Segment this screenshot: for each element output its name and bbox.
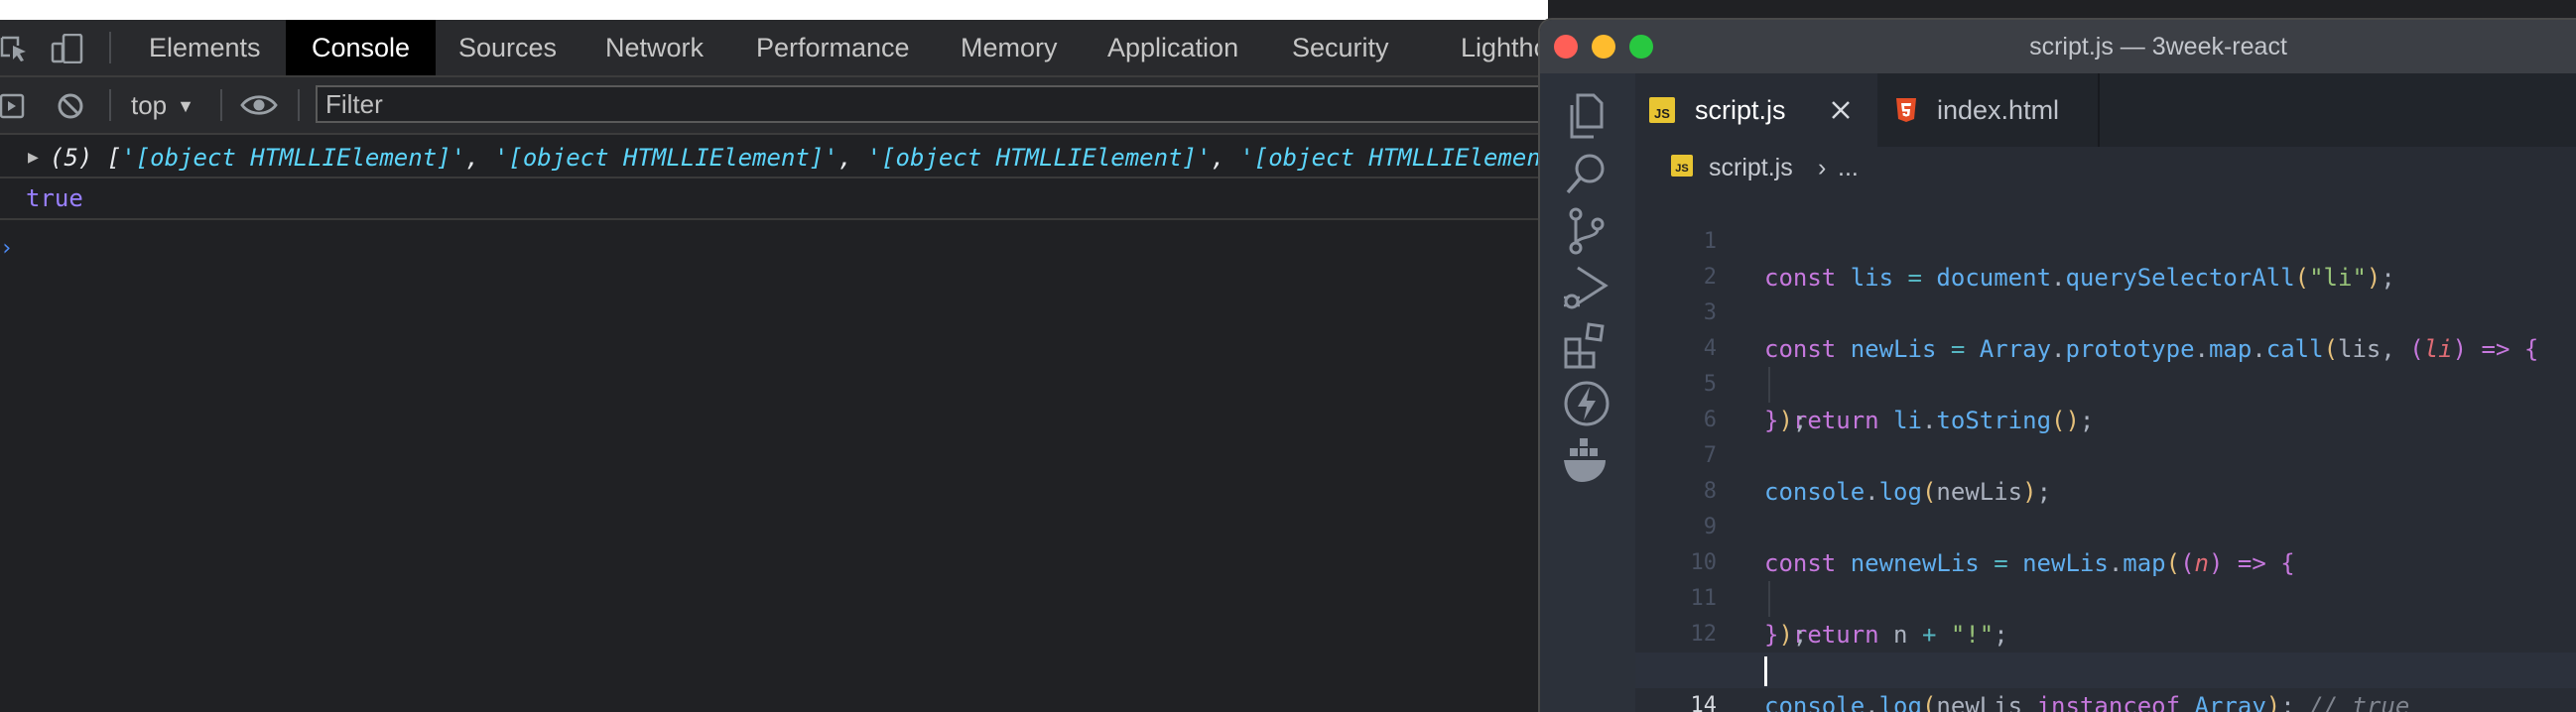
toolbar-divider — [109, 32, 111, 63]
array-count: (5) — [50, 144, 93, 172]
vscode-window: script.js — 3week-react JS script.js ind… — [1538, 18, 2576, 712]
code-line: 3 const newLis = Array.prototype.map.cal… — [1635, 260, 2576, 363]
line-number: 14 — [1690, 693, 1718, 712]
context-selector[interactable]: top ▼ — [131, 77, 194, 133]
tab-security[interactable]: Security — [1266, 20, 1415, 75]
source-control-icon[interactable] — [1558, 202, 1615, 260]
code-line: 7 console.log(newLis); — [1635, 403, 2576, 506]
code-line: 2 — [1635, 224, 2576, 290]
chevron-right-icon: › — [1818, 154, 1827, 181]
tab-application[interactable]: Application — [1082, 20, 1264, 75]
show-sidebar-icon[interactable] — [0, 93, 26, 119]
console-array-preview: (5) ['[object HTMLLIElement]', '[object … — [50, 141, 1548, 175]
js-file-icon: JS — [1649, 97, 1675, 123]
filter-box — [316, 85, 1556, 123]
code-line: 11 }); — [1635, 545, 2576, 649]
code-line: 1 const lis = document.querySelectorAll(… — [1635, 188, 2576, 292]
tab-label: script.js — [1695, 95, 1786, 125]
js-file-icon: JS — [1671, 155, 1693, 177]
tab-label: index.html — [1937, 95, 2060, 125]
console-result-row: true — [0, 178, 1548, 220]
browser-viewport-edge — [0, 0, 1548, 20]
tab-index-html[interactable]: index.html — [1877, 73, 2100, 147]
code-line: 13 console.log(newLis instanceof Array);… — [1635, 617, 2576, 712]
html5-file-icon — [1896, 98, 1916, 122]
devtools-tab-bar: Elements Console Sources Network Perform… — [0, 20, 1592, 77]
expand-triangle-icon[interactable]: ▶ — [28, 141, 39, 175]
breadcrumb: JS script.js › ... — [1635, 147, 2576, 188]
inspect-element-icon[interactable] — [0, 34, 28, 63]
extensions-icon[interactable] — [1558, 317, 1615, 375]
devtools-panel: Elements Console Sources Network Perform… — [0, 0, 1592, 710]
breadcrumb-file[interactable]: script.js — [1709, 147, 1793, 188]
array-item: '[object HTMLLIElement]' — [493, 144, 838, 172]
code-line: 5 }); — [1635, 331, 2576, 434]
code-line: 8 — [1635, 438, 2576, 504]
code-line: 12 — [1635, 581, 2576, 647]
close-tab-icon[interactable] — [1830, 99, 1852, 121]
editor-tab-bar: JS script.js index.html — [1635, 73, 2576, 147]
window-titlebar: script.js — 3week-react — [1540, 20, 2576, 73]
filter-input[interactable] — [325, 87, 1516, 121]
console-output: ▶ (5) ['[object HTMLLIElement]', '[objec… — [0, 135, 1548, 710]
code-line: 9 const newnewLis = newLis.map((n) => { — [1635, 474, 2576, 577]
array-item: '[object HTMLLIElement]' — [866, 144, 1212, 172]
live-expression-eye-icon[interactable] — [240, 93, 278, 117]
array-item: '[object HTMLLIElement]' — [1239, 144, 1548, 172]
context-label: top — [131, 90, 168, 120]
run-and-debug-icon[interactable] — [1558, 260, 1615, 317]
toolbar-divider — [298, 89, 300, 121]
toolbar-divider — [109, 89, 111, 121]
code-line: 10 return n + "!"; — [1635, 510, 2576, 649]
text-cursor — [1764, 656, 1767, 686]
device-toolbar-icon[interactable] — [50, 34, 85, 63]
breadcrumb-more[interactable]: ... — [1838, 147, 1859, 188]
tab-performance[interactable]: Performance — [730, 20, 936, 75]
console-result-value: true — [26, 184, 83, 212]
dropdown-caret-icon: ▼ — [177, 96, 194, 116]
lightning-extension-icon[interactable] — [1558, 375, 1615, 432]
current-line: 14 — [1635, 653, 2576, 712]
code-line: 6 — [1635, 367, 2576, 432]
docker-icon[interactable] — [1558, 432, 1615, 490]
tab-memory[interactable]: Memory — [935, 20, 1084, 75]
window-title: script.js — 3week-react — [2029, 33, 2287, 60]
code-line: 4 return li.toString(); — [1635, 296, 2576, 434]
code-editor[interactable]: 1 const lis = document.querySelectorAll(… — [1635, 188, 2576, 712]
explorer-files-icon[interactable] — [1558, 87, 1615, 145]
activity-bar — [1540, 73, 1635, 712]
tab-script-js[interactable]: JS script.js — [1635, 73, 1877, 147]
console-log-row[interactable]: ▶ (5) ['[object HTMLLIElement]', '[objec… — [0, 141, 1548, 178]
tab-sources[interactable]: Sources — [433, 20, 582, 75]
tab-network[interactable]: Network — [580, 20, 729, 75]
console-prompt-icon[interactable]: › — [0, 236, 13, 261]
console-toolbar: top ▼ — [0, 77, 1556, 135]
search-icon[interactable] — [1558, 145, 1615, 202]
code-text: console.log(newLis instanceof Array); //… — [1764, 692, 2410, 712]
array-item: '[object HTMLLIElement]' — [121, 144, 466, 172]
tab-elements[interactable]: Elements — [123, 20, 287, 75]
tab-console[interactable]: Console — [286, 20, 437, 75]
clear-console-icon[interactable] — [56, 91, 85, 121]
toolbar-divider — [220, 89, 222, 121]
